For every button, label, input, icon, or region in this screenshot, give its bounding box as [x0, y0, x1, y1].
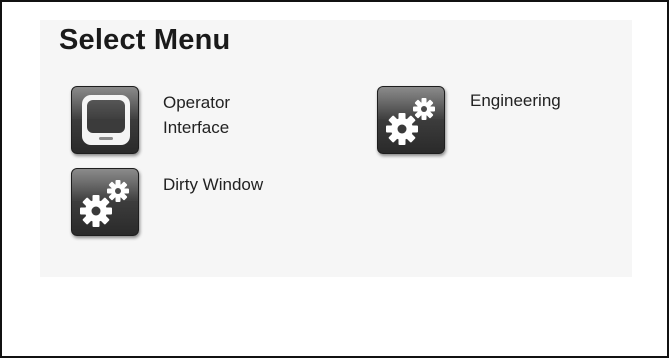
engineering-label: Engineering — [470, 91, 561, 110]
gears-icon — [386, 98, 435, 145]
page-title: Select Menu — [59, 24, 231, 56]
dirty-window-label: Dirty Window — [163, 175, 264, 194]
gears-icon — [80, 180, 129, 227]
dirty-window-button[interactable] — [71, 168, 139, 236]
monitor-icon — [82, 95, 130, 145]
operator-interface-label: Operator Interface — [163, 90, 293, 140]
operator-interface-label-line2: Interface — [163, 118, 230, 137]
operator-interface-button[interactable] — [71, 86, 139, 154]
operator-interface-label-line1: Operator — [163, 93, 231, 112]
engineering-button[interactable] — [377, 86, 445, 154]
